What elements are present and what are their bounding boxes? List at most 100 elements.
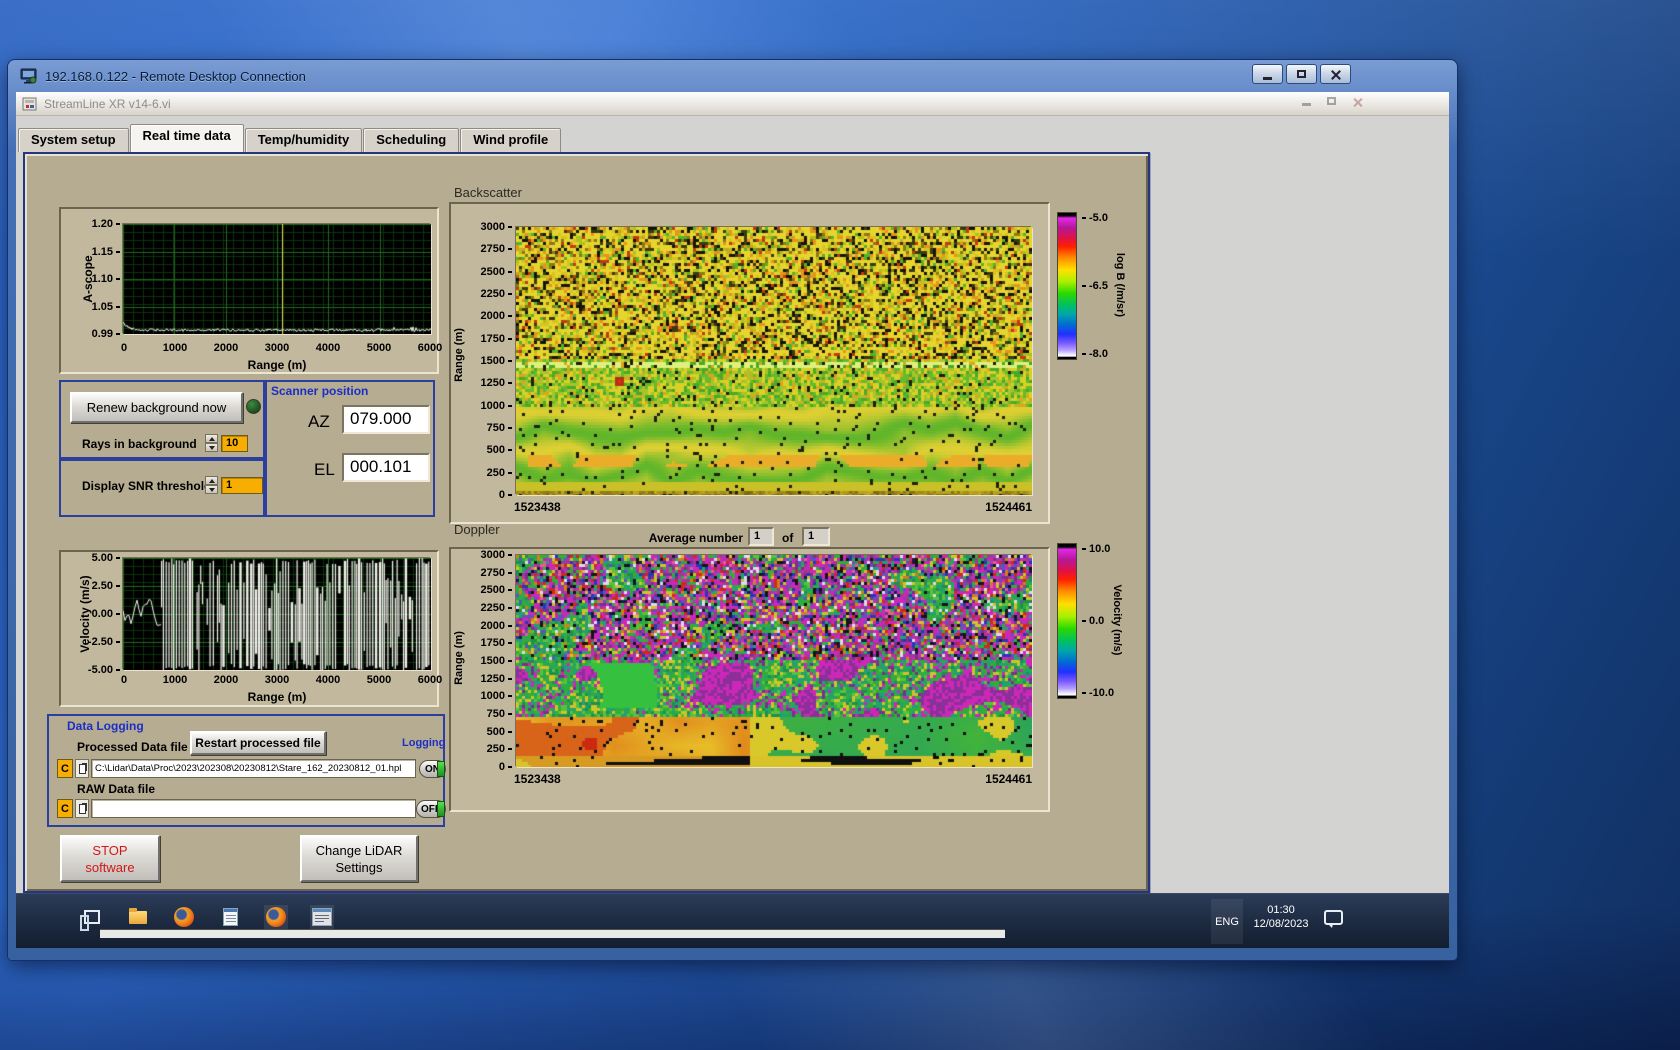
app-close-icon[interactable] — [1352, 97, 1363, 108]
rays-value-field[interactable]: 10 — [221, 435, 248, 452]
average-total-field[interactable]: 1 — [802, 527, 830, 546]
folder-icon — [129, 911, 147, 924]
rdp-window: 192.168.0.122 - Remote Desktop Connectio… — [8, 60, 1457, 960]
velocity-xticks: 0100020003000400050006000 — [107, 674, 447, 686]
ascope-plot — [123, 224, 431, 334]
change-line2: Settings — [336, 859, 383, 876]
backscatter-colorbar — [1057, 212, 1077, 360]
rdp-titlebar[interactable]: 192.168.0.122 - Remote Desktop Connectio… — [16, 60, 1449, 92]
doppler-colorbar-label: Velocity (m/s) — [1111, 565, 1123, 675]
backscatter-yticks: 3000275025002250200017501500125010007505… — [471, 221, 512, 501]
close-button[interactable] — [1320, 64, 1351, 84]
ascope-xlabel: Range (m) — [197, 358, 357, 372]
tab-wind-profile[interactable]: Wind profile — [460, 128, 561, 152]
app-window-title: StreamLine XR v14-6.vi — [44, 97, 171, 111]
stop-line1: STOP — [92, 842, 127, 859]
remote-taskbar: ENG 01:30 12/08/2023 — [16, 893, 1449, 948]
change-line1: Change LiDAR — [316, 842, 403, 859]
processed-browse-icon[interactable] — [75, 759, 89, 778]
snr-increment-icon[interactable] — [205, 476, 218, 485]
el-value-field[interactable]: 000.101 — [342, 453, 430, 482]
data-logging-title: Data Logging — [67, 719, 144, 733]
logging-label: Logging — [402, 737, 445, 749]
task-view-button[interactable] — [80, 905, 104, 929]
minimize-button[interactable] — [1252, 64, 1283, 84]
background-led-indicator — [246, 399, 261, 414]
of-label: of — [782, 531, 793, 545]
tab-bar: System setupReal time dataTemp/humidityS… — [18, 116, 1449, 152]
lidar-front-panel: A-scope 1.201.151.101.050.99 01000200030… — [23, 152, 1150, 893]
app-icon — [22, 97, 38, 111]
raw-drive-selector[interactable]: C — [57, 799, 73, 818]
rdp-window-title: 192.168.0.122 - Remote Desktop Connectio… — [45, 69, 306, 84]
scanner-position-box — [265, 380, 435, 517]
rays-increment-icon[interactable] — [205, 434, 218, 443]
tab-scheduling[interactable]: Scheduling — [363, 128, 459, 152]
backscatter-x-start: 1523438 — [514, 500, 561, 514]
backscatter-colorbar-label: log B (/m/sr) — [1114, 230, 1126, 340]
rays-decrement-icon[interactable] — [205, 443, 218, 452]
text-editor-button[interactable] — [218, 905, 242, 929]
backscatter-ylabel: Range (m) — [453, 315, 465, 395]
taskbar-clock[interactable]: 01:30 12/08/2023 — [1247, 903, 1315, 931]
maximize-button[interactable] — [1286, 64, 1317, 84]
snr-decrement-icon[interactable] — [205, 485, 218, 494]
backscatter-heatmap — [516, 227, 1032, 495]
raw-data-file-label: RAW Data file — [77, 782, 155, 796]
el-label: EL — [314, 460, 335, 480]
doppler-ylabel: Range (m) — [453, 618, 465, 698]
app-minimize-icon[interactable] — [1302, 103, 1311, 106]
language-indicator[interactable]: ENG — [1211, 899, 1243, 944]
firefox-icon — [266, 907, 286, 927]
stop-line2: software — [85, 859, 134, 876]
restart-processed-file-button[interactable]: Restart processed file — [190, 731, 326, 755]
task-view-icon — [84, 910, 100, 924]
snr-spinner[interactable] — [205, 476, 218, 494]
tab-system-setup[interactable]: System setup — [18, 128, 129, 152]
processed-logging-led — [437, 761, 445, 777]
clock-date: 12/08/2023 — [1247, 917, 1315, 931]
backscatter-title: Backscatter — [454, 185, 522, 200]
raw-path-field[interactable] — [91, 799, 416, 818]
doppler-yticks: 3000275025002250200017501500125010007505… — [471, 549, 512, 773]
snr-threshold-label: Display SNR threshold — [82, 479, 211, 493]
velocity-plot — [123, 558, 431, 670]
processed-drive-selector[interactable]: C — [57, 759, 73, 778]
tab-temp-humidity[interactable]: Temp/humidity — [245, 128, 362, 152]
snr-value-field[interactable]: 1 — [221, 477, 263, 494]
backscatter-x-end: 1524461 — [925, 500, 1032, 514]
rays-in-background-label: Rays in background — [82, 437, 197, 451]
close-icon — [1330, 69, 1341, 80]
desktop: 192.168.0.122 - Remote Desktop Connectio… — [0, 0, 1680, 1050]
taskbar-preview-strip — [100, 929, 1005, 938]
minimize-icon — [1263, 77, 1272, 80]
app-maximize-icon[interactable] — [1327, 97, 1336, 105]
doppler-x-start: 1523438 — [514, 772, 561, 786]
scan-scheduler-button[interactable] — [310, 905, 334, 929]
maximize-icon — [1297, 70, 1306, 78]
app-window-controls — [1302, 97, 1363, 108]
az-value-field[interactable]: 079.000 — [342, 405, 430, 434]
average-number-label: Average number — [625, 531, 743, 545]
tab-real-time-data[interactable]: Real time data — [130, 124, 244, 152]
file-explorer-button[interactable] — [126, 905, 150, 929]
ascope-xticks: 0100020003000400050006000 — [107, 342, 447, 354]
scanner-position-title: Scanner position — [271, 384, 368, 398]
firefox-active-button[interactable] — [264, 905, 288, 929]
notification-icon[interactable] — [1324, 910, 1343, 925]
renew-background-button[interactable]: Renew background now — [70, 392, 243, 423]
doppler-x-end: 1524461 — [925, 772, 1032, 786]
firefox-button[interactable] — [172, 905, 196, 929]
firefox-icon — [174, 907, 194, 927]
rays-spinner[interactable] — [205, 434, 218, 452]
clock-time: 01:30 — [1247, 903, 1315, 917]
change-lidar-settings-button[interactable]: Change LiDAR Settings — [300, 835, 418, 882]
stop-software-button[interactable]: STOP software — [60, 835, 160, 882]
processed-path-field[interactable]: C:\Lidar\Data\Proc\2023\202308\20230812\… — [91, 759, 416, 778]
app-titlebar[interactable]: StreamLine XR v14-6.vi — [16, 92, 1449, 116]
rdp-icon — [20, 68, 38, 84]
average-number-field[interactable]: 1 — [748, 527, 774, 546]
raw-browse-icon[interactable] — [75, 799, 89, 818]
doppler-heatmap — [516, 555, 1032, 767]
doppler-title: Doppler — [454, 522, 500, 537]
